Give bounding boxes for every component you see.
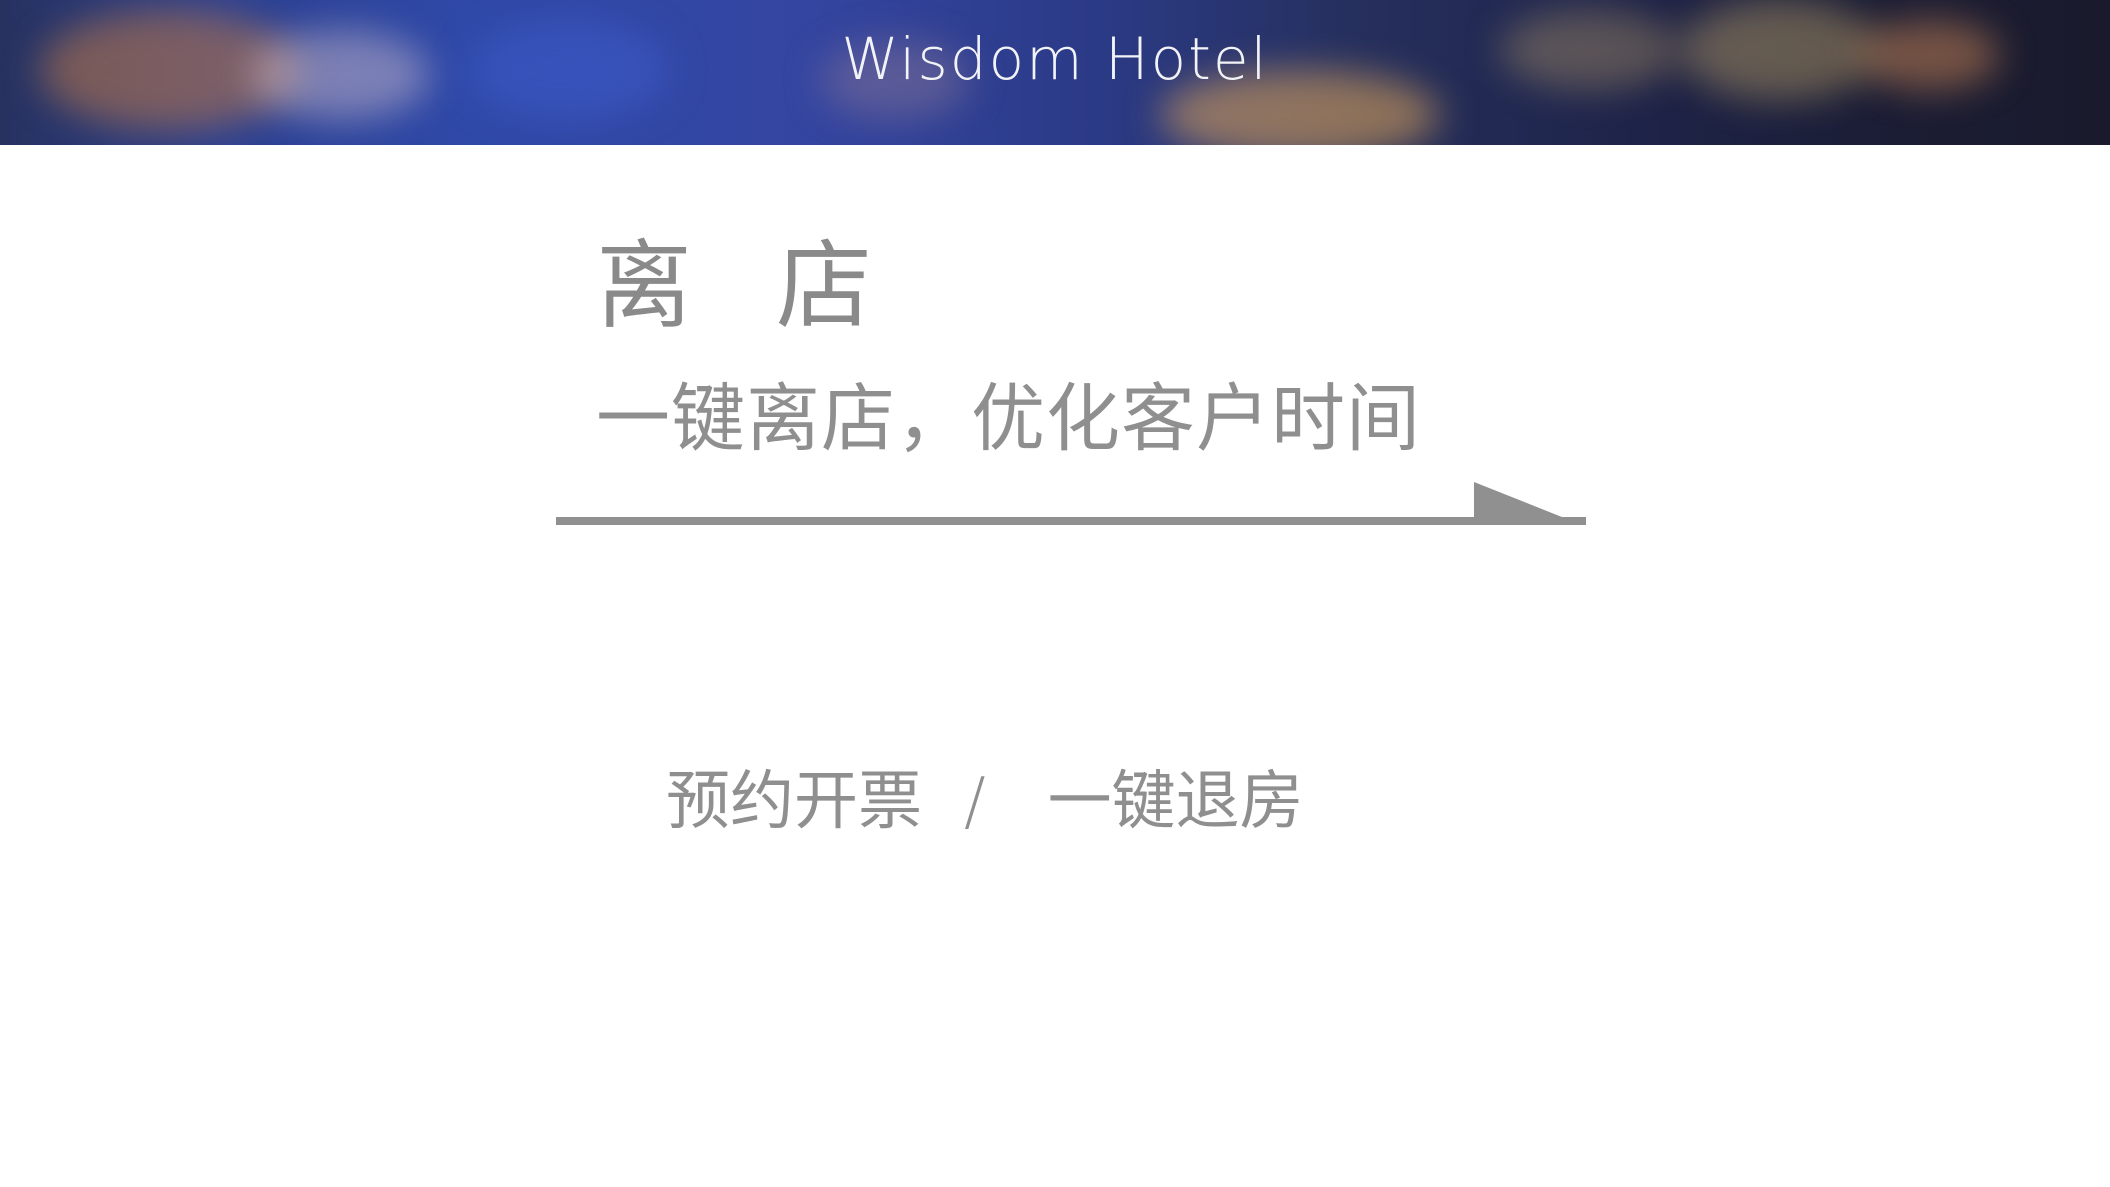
right-arrow-icon	[556, 482, 1586, 525]
slide: Wisdom Hotel 离店 一键离店，优化客户时间 预约开票 / 一键退房	[0, 0, 2110, 1187]
invoice-booking-option[interactable]: 预约开票	[666, 765, 922, 839]
one-click-checkout-option[interactable]: 一键退房	[1048, 765, 1304, 839]
page-heading: 离店	[596, 238, 872, 334]
page-subheading: 一键离店，优化客户时间	[596, 376, 1421, 462]
actions-separator: /	[964, 765, 986, 839]
arrow-shaft	[556, 517, 1586, 525]
actions-row: 预约开票 / 一键退房	[666, 770, 1304, 834]
heading-part2: 店	[776, 230, 872, 342]
header-banner: Wisdom Hotel	[0, 0, 2110, 145]
heading-part1: 离	[596, 230, 692, 342]
hotel-title: Wisdom Hotel	[841, 25, 1269, 93]
